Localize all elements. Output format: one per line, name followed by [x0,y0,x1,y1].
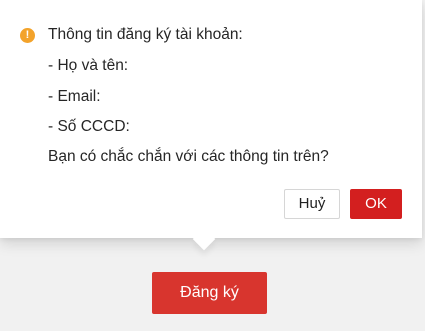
confirm-popover: ! Thông tin đăng ký tài khoản: - Họ và t… [0,0,422,251]
field-id-number: - Số CCCD: [48,118,130,135]
cancel-button[interactable]: Huỷ [284,189,340,219]
register-button[interactable]: Đăng ký [152,272,267,314]
field-email: - Email: [48,88,101,105]
popover-body: ! Thông tin đăng ký tài khoản: - Họ và t… [0,0,422,238]
ok-button[interactable]: OK [350,189,402,219]
field-fullname: - Họ và tên: [48,57,129,74]
confirm-title: Thông tin đăng ký tài khoản: [48,26,243,43]
warning-icon: ! [20,28,35,43]
confirm-question: Bạn có chắc chắn với các thông tin trên? [48,148,329,165]
